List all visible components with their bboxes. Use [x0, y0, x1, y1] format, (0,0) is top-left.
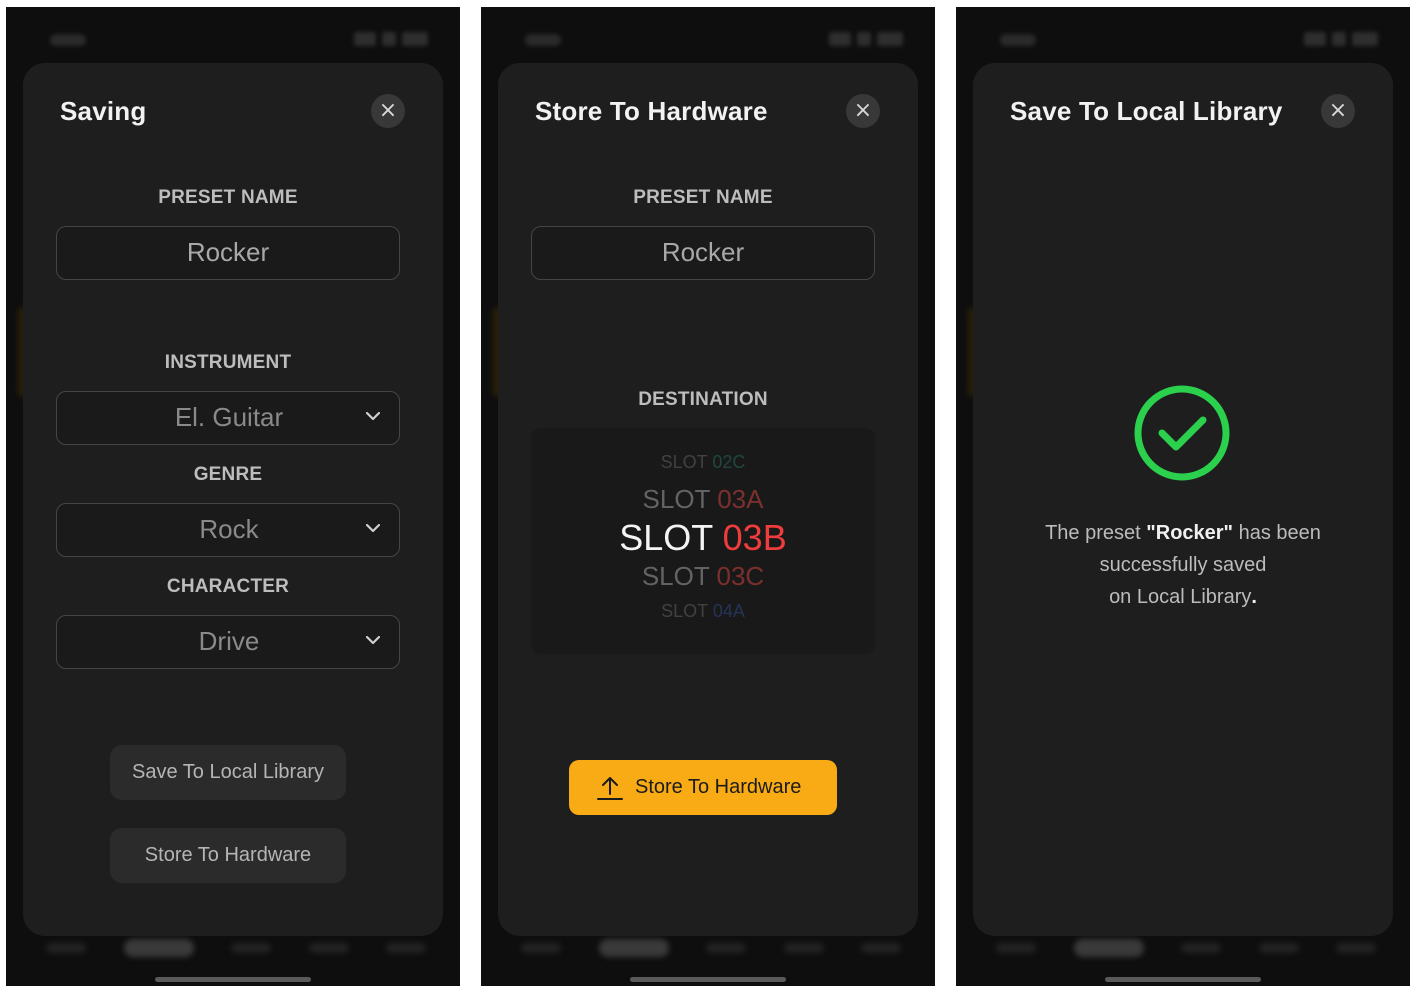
close-button[interactable]: ×	[371, 94, 405, 128]
close-icon: ×	[378, 98, 398, 123]
preset-name-label: PRESET NAME	[633, 187, 773, 208]
slot-code: 03B	[722, 517, 787, 558]
modal-title: Saving	[60, 96, 147, 126]
saving-modal: Saving × PRESET NAME Rocker INSTRUMENT E…	[23, 63, 443, 936]
message-text: has been	[1233, 522, 1321, 544]
message-period: .	[1251, 586, 1257, 608]
message-text: on Local Library	[1109, 586, 1252, 608]
message-text: The preset	[1045, 522, 1147, 544]
slot-code: 02C	[712, 452, 746, 472]
phone-screen-store-to-hardware: Store To Hardware × PRESET NAME Rocker D…	[481, 7, 935, 986]
slot-code: 04A	[712, 601, 745, 621]
character-select[interactable]: Drive	[56, 615, 400, 669]
home-indicator	[1105, 977, 1261, 982]
status-bar-icons	[829, 32, 903, 46]
slot-prefix: SLOT	[642, 484, 718, 514]
background-tab-bar	[521, 937, 901, 959]
preset-name-input[interactable]: Rocker	[531, 226, 875, 280]
instrument-value: El. Guitar	[174, 402, 284, 432]
store-to-hardware-confirm-button[interactable]: Store To Hardware	[569, 760, 837, 815]
slot-prefix: SLOT	[660, 452, 713, 472]
save-to-local-library-modal: Save To Local Library × The preset "Rock…	[973, 63, 1393, 936]
slot-prefix: SLOT	[661, 601, 713, 621]
status-bar-time	[50, 34, 86, 46]
home-indicator	[630, 977, 786, 982]
character-label: CHARACTER	[166, 576, 290, 597]
instrument-select[interactable]: El. Guitar	[56, 391, 400, 445]
slot-option[interactable]: SLOT 02C	[531, 452, 875, 473]
preset-name-input[interactable]: Rocker	[56, 226, 400, 280]
destination-label: DESTINATION	[638, 389, 768, 410]
close-icon: ×	[853, 98, 873, 123]
instrument-label: INSTRUMENT	[164, 352, 292, 373]
store-to-hardware-button[interactable]: Store To Hardware	[110, 828, 346, 883]
slot-code: 03A	[717, 484, 764, 514]
preset-name-label: PRESET NAME	[158, 187, 298, 208]
slot-option[interactable]: SLOT 03C	[531, 561, 875, 592]
success-message-line1: The preset "Rocker" has been	[993, 517, 1373, 549]
slot-option[interactable]: SLOT 04A	[531, 601, 875, 622]
slot-code: 03C	[716, 561, 765, 591]
close-button[interactable]: ×	[846, 94, 880, 128]
success-message-line2: successfully saved	[1099, 554, 1267, 576]
save-to-local-library-button[interactable]: Save To Local Library	[110, 745, 346, 800]
slot-prefix: SLOT	[619, 517, 723, 558]
preset-name-highlight: "Rocker"	[1146, 522, 1234, 544]
slot-prefix: SLOT	[641, 561, 717, 591]
chevron-down-icon	[365, 523, 381, 533]
close-button[interactable]: ×	[1321, 94, 1355, 128]
status-bar-time	[1000, 34, 1036, 46]
genre-label: GENRE	[193, 464, 263, 485]
phone-screen-save-to-local-library: Save To Local Library × The preset "Rock…	[956, 7, 1410, 986]
check-circle-icon	[1134, 385, 1230, 481]
close-icon: ×	[1328, 98, 1348, 123]
chevron-down-icon	[365, 411, 381, 421]
modal-title: Save To Local Library	[1010, 96, 1283, 126]
status-bar-icons	[354, 32, 428, 46]
background-tab-bar	[46, 937, 426, 959]
destination-slot-picker[interactable]: SLOT 02C SLOT 03A SLOT 03B SLOT 03C SLOT…	[531, 428, 875, 654]
genre-select[interactable]: Rock	[56, 503, 400, 557]
slot-option[interactable]: SLOT 03A	[531, 484, 875, 515]
phone-screen-saving: Saving × PRESET NAME Rocker INSTRUMENT E…	[6, 7, 460, 986]
background-tab-bar	[996, 937, 1376, 959]
status-bar-icons	[1304, 32, 1378, 46]
genre-value: Rock	[199, 514, 259, 544]
slot-option-selected[interactable]: SLOT 03B	[531, 517, 875, 559]
upload-icon	[597, 777, 623, 800]
store-button-label: Store To Hardware	[635, 776, 802, 798]
store-to-hardware-modal: Store To Hardware × PRESET NAME Rocker D…	[498, 63, 918, 936]
home-indicator	[155, 977, 311, 982]
status-bar-time	[525, 34, 561, 46]
chevron-down-icon	[365, 635, 381, 645]
modal-title: Store To Hardware	[535, 96, 768, 126]
success-message: The preset "Rocker" has been successfull…	[993, 517, 1373, 613]
character-value: Drive	[198, 626, 260, 656]
success-message-line3: on Local Library.	[993, 581, 1373, 613]
